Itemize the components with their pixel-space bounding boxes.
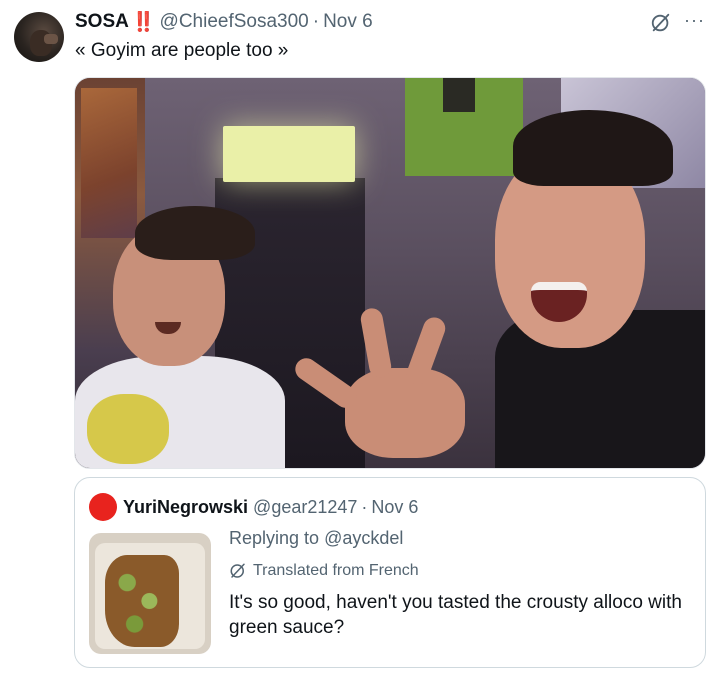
- quoted-author-avatar[interactable]: [89, 493, 117, 521]
- quoted-tweet-header: YuriNegrowski @gear21247 · Nov 6: [123, 495, 418, 519]
- tweet-media-image[interactable]: [74, 77, 706, 469]
- quoted-tweet-text: It's so good, haven't you tasted the cro…: [229, 592, 682, 638]
- translated-indicator[interactable]: Translated from French: [229, 561, 419, 581]
- quoted-author-display-name[interactable]: YuriNegrowski: [123, 497, 248, 518]
- author-display-name[interactable]: SOSA: [75, 11, 129, 33]
- photo-hand: [291, 306, 475, 468]
- tweet-date[interactable]: Nov 6: [323, 11, 373, 33]
- replying-to-mention[interactable]: @ayckdel: [324, 528, 403, 548]
- tweet-text: « Goyim are people too »: [75, 40, 289, 61]
- photo-arcade-screen: [223, 126, 355, 182]
- photo-green-slot: [443, 78, 475, 112]
- quoted-author-handle[interactable]: @gear21247: [253, 497, 357, 518]
- photo-palm: [345, 368, 465, 458]
- grok-icon[interactable]: [650, 12, 672, 34]
- photo-finger: [359, 306, 393, 380]
- more-icon[interactable]: ···: [684, 10, 708, 30]
- quoted-tweet-date[interactable]: Nov 6: [371, 497, 418, 518]
- photo-hoodie-print: [87, 394, 169, 464]
- header-separator: ·: [312, 11, 320, 32]
- tweet-header: SOSA ‼️ @ChieefSosa300 · Nov 6: [75, 10, 373, 34]
- thumbnail-food: [105, 555, 179, 647]
- avatar-hand-shape: [44, 34, 58, 44]
- replying-to-line: Replying to @ayckdel: [229, 528, 403, 549]
- photo-person-right: [455, 110, 705, 468]
- quoted-tweet-thumbnail[interactable]: [89, 533, 211, 654]
- grok-icon: [230, 563, 245, 578]
- photo-hair-right: [513, 110, 673, 186]
- translated-label: Translated from French: [253, 562, 419, 579]
- photo-hair-left: [135, 206, 255, 260]
- quoted-header-separator: ·: [361, 496, 368, 517]
- double-exclamation-badge: ‼️: [131, 12, 156, 33]
- author-avatar[interactable]: [14, 12, 64, 62]
- author-handle[interactable]: @ChieefSosa300: [160, 11, 309, 33]
- replying-to-prefix: Replying to: [229, 528, 320, 548]
- quoted-tweet-card[interactable]: YuriNegrowski @gear21247 · Nov 6 Replyin…: [74, 477, 706, 668]
- photo-person-left: [75, 206, 290, 468]
